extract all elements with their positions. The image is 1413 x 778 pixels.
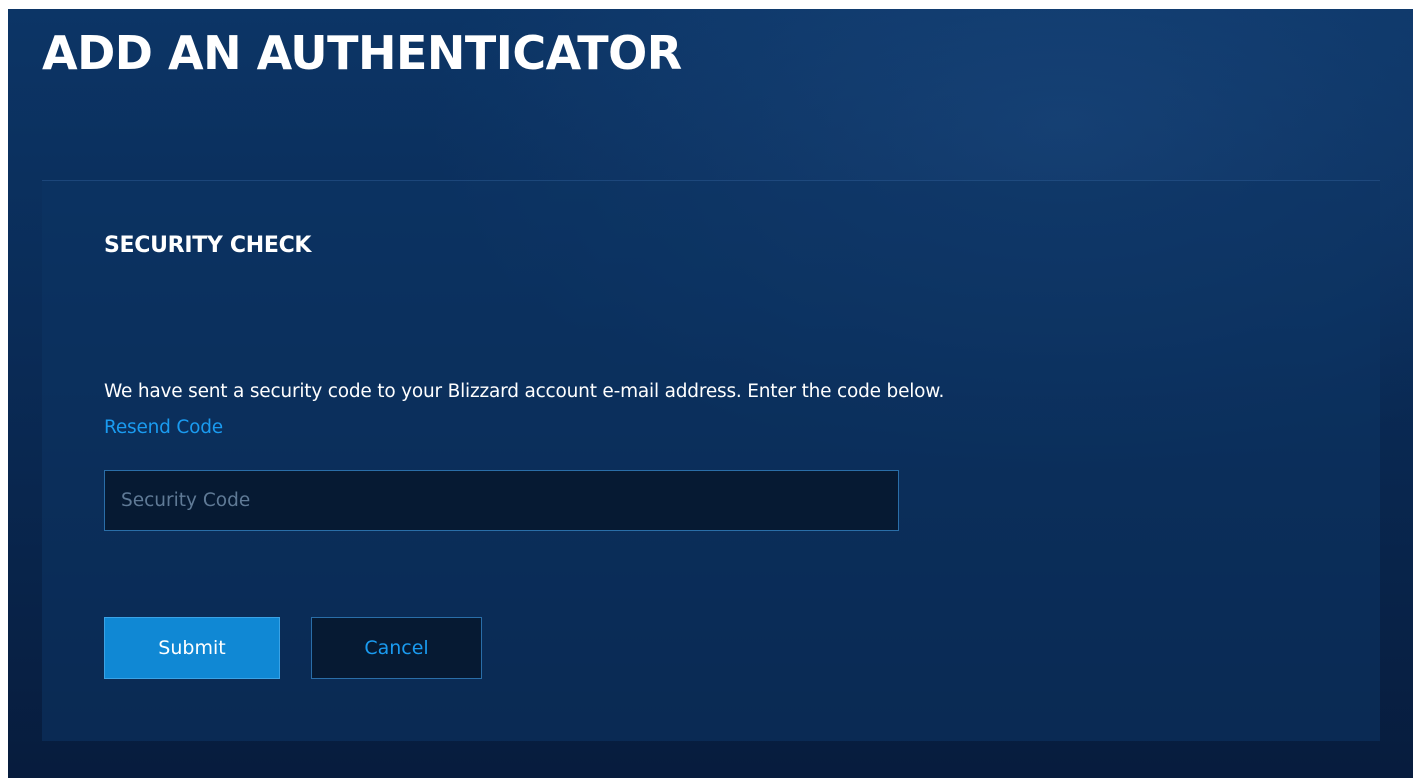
authenticator-page: ADD AN AUTHENTICATOR SECURITY CHECK We h…: [8, 9, 1413, 778]
cancel-button[interactable]: Cancel: [311, 617, 482, 679]
security-check-panel: SECURITY CHECK We have sent a security c…: [42, 180, 1380, 741]
security-code-input[interactable]: [104, 470, 899, 531]
section-title: SECURITY CHECK: [104, 233, 312, 258]
resend-code-link[interactable]: Resend Code: [104, 416, 223, 440]
instructions-text: We have sent a security code to your Bli…: [104, 381, 945, 402]
submit-button[interactable]: Submit: [104, 617, 280, 679]
page-title: ADD AN AUTHENTICATOR: [42, 26, 682, 80]
